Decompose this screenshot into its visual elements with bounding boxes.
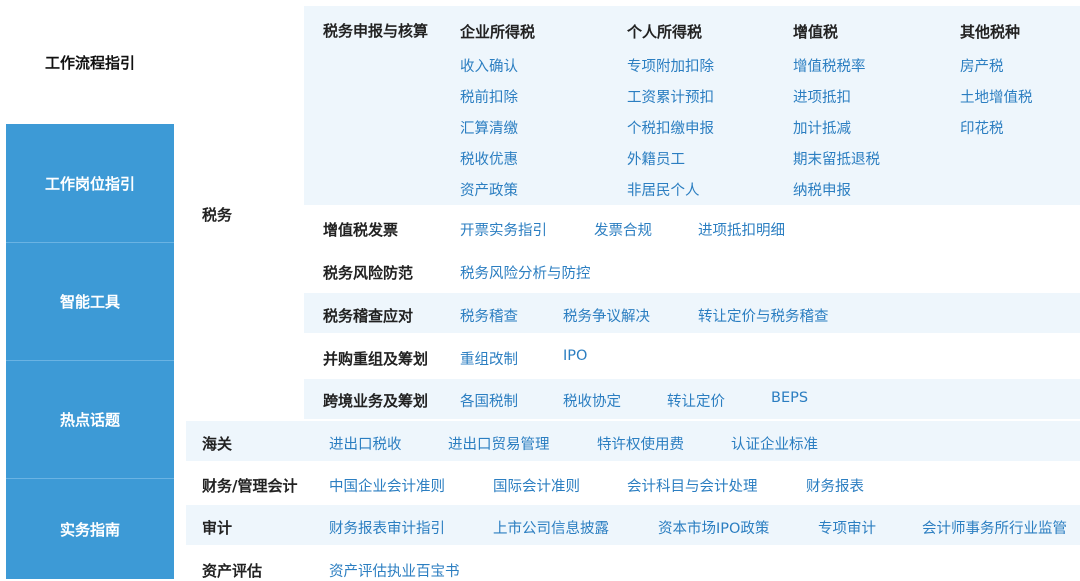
link-item[interactable]: IPO bbox=[563, 348, 587, 364]
link-item[interactable]: 汇算清缴 bbox=[460, 117, 518, 138]
link-item[interactable]: 税务稽查 bbox=[460, 305, 518, 326]
link-item[interactable]: 土地增值税 bbox=[960, 86, 1033, 107]
link-item[interactable]: 工资累计预扣 bbox=[627, 86, 714, 107]
link-item[interactable]: 增值税税率 bbox=[793, 55, 866, 76]
link-item[interactable]: 税收优惠 bbox=[460, 148, 518, 169]
category-tax: 税务 bbox=[202, 206, 233, 224]
link-item[interactable]: 期末留抵退税 bbox=[793, 148, 880, 169]
category-audit: 审计 bbox=[202, 519, 233, 537]
link-item[interactable]: 特许权使用费 bbox=[597, 433, 684, 454]
sidebar-item-position-guide[interactable]: 工作岗位指引 bbox=[6, 124, 174, 242]
row-band bbox=[304, 293, 1080, 333]
category-customs: 海关 bbox=[202, 435, 233, 453]
link-item[interactable]: 认证企业标准 bbox=[731, 433, 818, 454]
sidebar-item-practice-guide[interactable]: 实务指南 bbox=[6, 479, 174, 579]
link-item[interactable]: 专项审计 bbox=[818, 517, 876, 538]
sub-category-mna: 并购重组及筹划 bbox=[323, 350, 429, 368]
link-item[interactable]: 纳税申报 bbox=[793, 179, 851, 200]
column-header-cit: 企业所得税 bbox=[460, 23, 536, 41]
link-item[interactable]: 进项抵扣明细 bbox=[698, 219, 785, 240]
link-item[interactable]: 税收协定 bbox=[563, 390, 621, 411]
sub-category-audit-response: 税务稽查应对 bbox=[323, 307, 414, 325]
link-item[interactable]: 税务风险分析与防控 bbox=[460, 262, 591, 283]
link-item[interactable]: 上市公司信息披露 bbox=[493, 517, 609, 538]
sidebar-item-hot-topics[interactable]: 热点话题 bbox=[6, 361, 174, 478]
link-item[interactable]: 转让定价与税务稽查 bbox=[698, 305, 829, 326]
category-accounting: 财务/管理会计 bbox=[202, 477, 298, 495]
category-asset-valuation: 资产评估 bbox=[202, 562, 263, 580]
content-panel: 税务 税务申报与核算 企业所得税 收入确认 税前扣除 汇算清缴 税收优惠 资产政… bbox=[186, 0, 1080, 581]
link-item[interactable]: 进出口贸易管理 bbox=[448, 433, 550, 454]
sidebar-item-workflow-guide[interactable]: 工作流程指引 bbox=[6, 0, 174, 124]
link-item[interactable]: BEPS bbox=[771, 390, 808, 406]
link-item[interactable]: 国际会计准则 bbox=[493, 475, 580, 496]
link-item[interactable]: 进出口税收 bbox=[329, 433, 402, 454]
link-item[interactable]: 外籍员工 bbox=[627, 148, 685, 169]
link-item[interactable]: 资产评估执业百宝书 bbox=[329, 560, 460, 581]
sidebar-item-smart-tools[interactable]: 智能工具 bbox=[6, 243, 174, 360]
link-item[interactable]: 房产税 bbox=[960, 55, 1004, 76]
link-item[interactable]: 资产政策 bbox=[460, 179, 518, 200]
link-item[interactable]: 资本市场IPO政策 bbox=[658, 517, 769, 538]
link-item[interactable]: 进项抵扣 bbox=[793, 86, 851, 107]
link-item[interactable]: 开票实务指引 bbox=[460, 219, 547, 240]
link-item[interactable]: 财务报表 bbox=[806, 475, 864, 496]
sub-category-declaration: 税务申报与核算 bbox=[323, 22, 429, 40]
link-item[interactable]: 收入确认 bbox=[460, 55, 518, 76]
link-item[interactable]: 税前扣除 bbox=[460, 86, 518, 107]
sub-category-risk: 税务风险防范 bbox=[323, 264, 414, 282]
link-item[interactable]: 非居民个人 bbox=[627, 179, 700, 200]
link-item[interactable]: 转让定价 bbox=[667, 390, 725, 411]
link-item[interactable]: 加计抵减 bbox=[793, 117, 851, 138]
column-header-vat: 增值税 bbox=[793, 23, 839, 41]
link-item[interactable]: 专项附加扣除 bbox=[627, 55, 714, 76]
link-item[interactable]: 税务争议解决 bbox=[563, 305, 650, 326]
sidebar: 工作流程指引 工作岗位指引 智能工具 热点话题 实务指南 bbox=[0, 0, 174, 579]
link-item[interactable]: 印花税 bbox=[960, 117, 1004, 138]
link-item[interactable]: 财务报表审计指引 bbox=[329, 517, 445, 538]
column-header-iit: 个人所得税 bbox=[627, 23, 703, 41]
link-item[interactable]: 发票合规 bbox=[594, 219, 652, 240]
link-item[interactable]: 会计师事务所行业监管 bbox=[922, 517, 1067, 538]
sub-category-cross-border: 跨境业务及筹划 bbox=[323, 392, 429, 410]
sub-category-vat-invoice: 增值税发票 bbox=[323, 221, 399, 239]
link-item[interactable]: 中国企业会计准则 bbox=[329, 475, 445, 496]
link-item[interactable]: 各国税制 bbox=[460, 390, 518, 411]
link-item[interactable]: 个税扣缴申报 bbox=[627, 117, 714, 138]
column-header-other-taxes: 其他税种 bbox=[960, 23, 1021, 41]
link-item[interactable]: 重组改制 bbox=[460, 348, 518, 369]
link-item[interactable]: 会计科目与会计处理 bbox=[627, 475, 758, 496]
